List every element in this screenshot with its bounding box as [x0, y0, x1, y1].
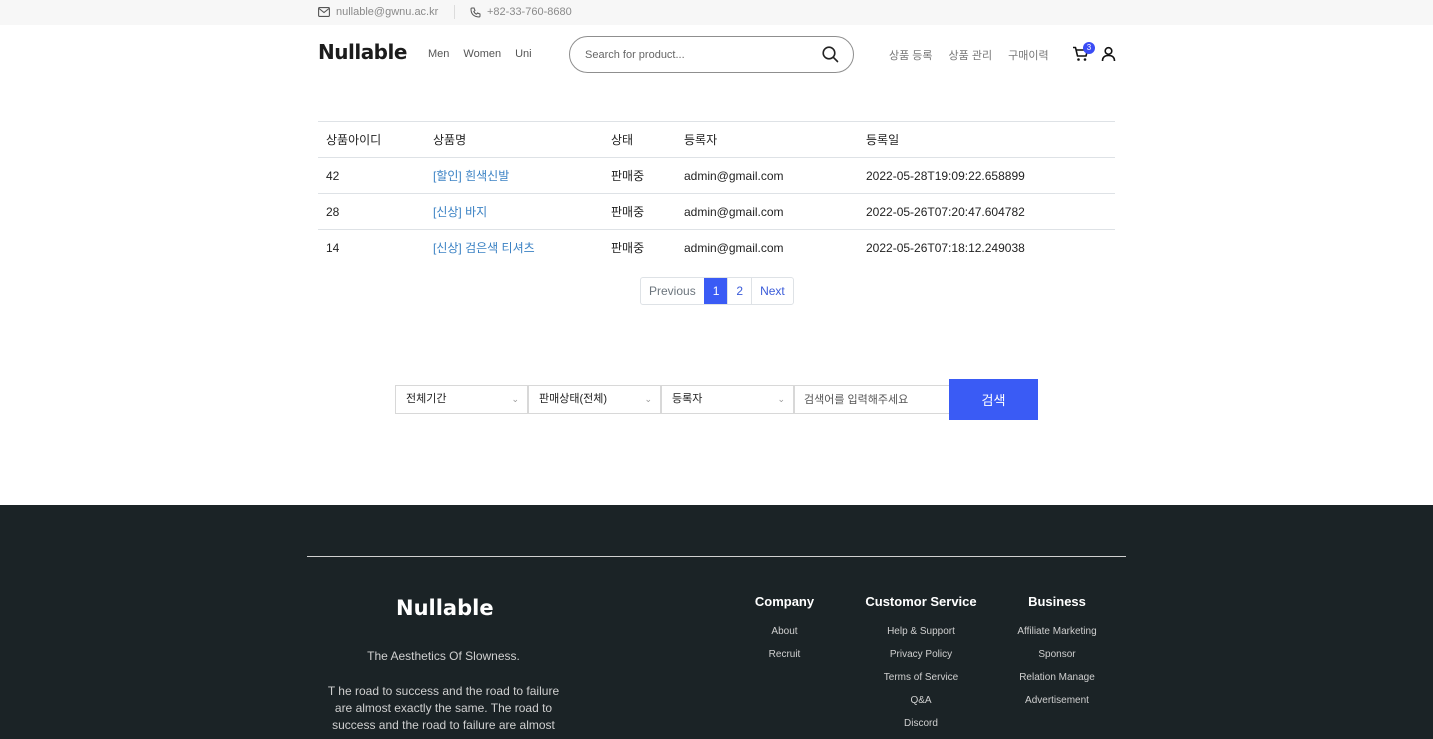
- footer-link-affiliate[interactable]: Affiliate Marketing: [1002, 626, 1112, 649]
- footer-column-business: Business Affiliate Marketing Sponsor Rel…: [1002, 594, 1112, 718]
- cell-registrant: admin@gmail.com: [676, 157, 858, 194]
- cell-status: 판매중: [603, 157, 676, 194]
- site-logo[interactable]: Nullable: [318, 40, 407, 64]
- footer-description: T he road to success and the road to fai…: [327, 684, 560, 732]
- footer-tagline: The Aesthetics Of Slowness.: [367, 649, 520, 663]
- col-header-name: 상품명: [425, 121, 603, 158]
- site-footer: Nullable The Aesthetics Of Slowness. T h…: [0, 505, 1433, 739]
- contact-phone: +82-33-760-8680: [470, 6, 572, 18]
- cell-name: [신상] 바지: [425, 193, 603, 230]
- footer-column-company: Company About Recruit: [742, 594, 827, 672]
- cell-id: 14: [318, 229, 425, 266]
- period-select[interactable]: 전체기간 ⌄: [395, 385, 528, 414]
- footer-link-terms[interactable]: Terms of Service: [856, 672, 986, 695]
- period-select-value: 전체기간: [406, 393, 447, 405]
- cell-registrant: admin@gmail.com: [676, 229, 858, 266]
- pagination: Previous 1 2 Next: [640, 277, 794, 305]
- table-row: 14 [신상] 검은색 티셔츠 판매중 admin@gmail.com 2022…: [318, 229, 1115, 266]
- pagination-next[interactable]: Next: [751, 278, 793, 304]
- footer-link-advertisement[interactable]: Advertisement: [1002, 695, 1112, 718]
- search-button[interactable]: 검색: [949, 379, 1038, 420]
- main-nav: Men Women Uni: [428, 48, 546, 60]
- pagination-page-2[interactable]: 2: [727, 278, 751, 304]
- chevron-down-icon: ⌄: [644, 394, 652, 404]
- chevron-down-icon: ⌄: [511, 394, 519, 404]
- footer-divider: [307, 556, 1126, 557]
- top-info-bar: nullable@gwnu.ac.kr +82-33-760-8680: [0, 0, 1433, 25]
- table-header-row: 상품아이디 상품명 상태 등록자 등록일: [318, 121, 1115, 158]
- search-icon[interactable]: [822, 46, 839, 63]
- table-row: 28 [신상] 바지 판매중 admin@gmail.com 2022-05-2…: [318, 193, 1115, 230]
- cell-id: 28: [318, 193, 425, 230]
- contact-phone-text: +82-33-760-8680: [487, 6, 572, 18]
- footer-link-qna[interactable]: Q&A: [856, 695, 986, 718]
- sale-status-select-value: 판매상태(전체): [539, 393, 608, 405]
- nav-women[interactable]: Women: [463, 48, 501, 60]
- search-field-select-value: 등록자: [672, 393, 703, 405]
- footer-logo[interactable]: Nullable: [396, 596, 494, 620]
- cell-status: 판매중: [603, 193, 676, 230]
- footer-column-title: Business: [1028, 594, 1086, 609]
- cell-name: [신상] 검은색 티셔츠: [425, 229, 603, 266]
- cell-date: 2022-05-26T07:20:47.604782: [858, 193, 1115, 230]
- footer-column-title: Customor Service: [865, 594, 977, 609]
- product-link[interactable]: [신상] 바지: [433, 205, 487, 219]
- footer-column-customer-service: Customor Service Help & Support Privacy …: [856, 594, 986, 739]
- product-link[interactable]: [할인] 흰색신발: [433, 169, 509, 183]
- footer-link-discord[interactable]: Discord: [856, 718, 986, 739]
- table-row: 42 [할인] 흰색신발 판매중 admin@gmail.com 2022-05…: [318, 157, 1115, 194]
- footer-column-title: Company: [754, 594, 815, 609]
- cell-date: 2022-05-28T19:09:22.658899: [858, 157, 1115, 194]
- product-link[interactable]: [신상] 검은색 티셔츠: [433, 241, 535, 255]
- purchase-history-link[interactable]: 구매이력: [1008, 47, 1048, 63]
- col-header-registrant: 등록자: [676, 121, 858, 158]
- col-header-id: 상품아이디: [318, 121, 425, 158]
- footer-link-recruit[interactable]: Recruit: [742, 649, 827, 672]
- footer-link-sponsor[interactable]: Sponsor: [1002, 649, 1112, 672]
- keyword-input[interactable]: [794, 385, 950, 414]
- topbar-divider: [454, 5, 455, 19]
- search-field-select[interactable]: 등록자 ⌄: [661, 385, 794, 414]
- product-search-box: [569, 36, 854, 73]
- cell-status: 판매중: [603, 229, 676, 266]
- mail-icon: [318, 7, 330, 17]
- footer-link-relation-manage[interactable]: Relation Manage: [1002, 672, 1112, 695]
- product-table: 상품아이디 상품명 상태 등록자 등록일 42 [할인] 흰색신발 판매중 ad…: [318, 121, 1115, 266]
- footer-link-privacy-policy[interactable]: Privacy Policy: [856, 649, 986, 672]
- cell-name: [할인] 흰색신발: [425, 157, 603, 194]
- product-manage-link[interactable]: 상품 관리: [949, 47, 993, 63]
- cell-registrant: admin@gmail.com: [676, 193, 858, 230]
- phone-icon: [470, 7, 481, 18]
- user-icon[interactable]: [1101, 46, 1116, 62]
- contact-email-text: nullable@gwnu.ac.kr: [336, 6, 439, 18]
- product-register-link[interactable]: 상품 등록: [889, 47, 933, 63]
- col-header-status: 상태: [603, 121, 676, 158]
- chevron-down-icon: ⌄: [777, 394, 785, 404]
- product-search-input[interactable]: [585, 47, 805, 63]
- col-header-date: 등록일: [858, 121, 1115, 158]
- admin-links: 상품 등록 상품 관리 구매이력: [889, 47, 1065, 63]
- cart-count-badge: 3: [1083, 42, 1095, 54]
- pagination-page-1[interactable]: 1: [703, 278, 728, 304]
- cell-date: 2022-05-26T07:18:12.249038: [858, 229, 1115, 266]
- footer-link-help-support[interactable]: Help & Support: [856, 626, 986, 649]
- nav-uni[interactable]: Uni: [515, 48, 532, 60]
- nav-men[interactable]: Men: [428, 48, 449, 60]
- pagination-previous[interactable]: Previous: [641, 278, 704, 304]
- contact-email: nullable@gwnu.ac.kr: [318, 6, 438, 18]
- footer-link-about[interactable]: About: [742, 626, 827, 649]
- sale-status-select[interactable]: 판매상태(전체) ⌄: [528, 385, 661, 414]
- cell-id: 42: [318, 157, 425, 194]
